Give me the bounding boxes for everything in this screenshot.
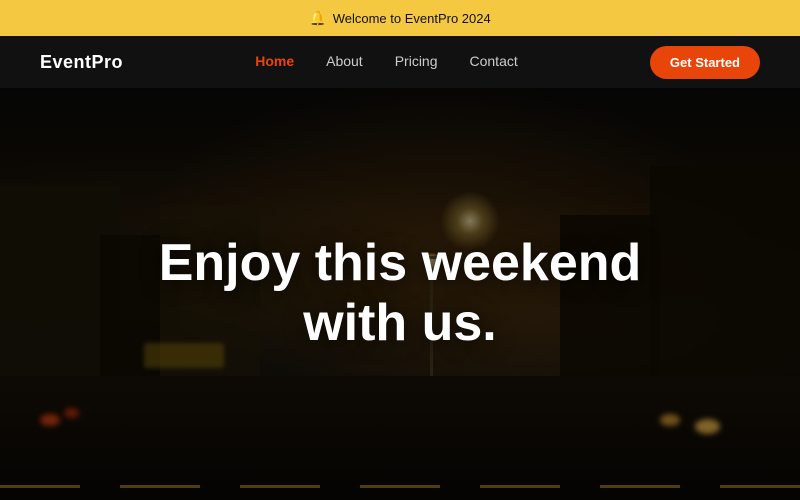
nav-logo: EventPro [40, 52, 123, 73]
navbar: EventPro Home About Pricing Contact Get … [0, 36, 800, 88]
nav-link-pricing[interactable]: Pricing [395, 53, 438, 69]
nav-item-about[interactable]: About [326, 53, 363, 71]
nav-link-contact[interactable]: Contact [470, 53, 518, 69]
hero-content: Enjoy this weekend with us. [0, 88, 800, 500]
announcement-text: Welcome to EventPro 2024 [333, 11, 491, 26]
nav-item-contact[interactable]: Contact [470, 53, 518, 71]
nav-link-home[interactable]: Home [255, 53, 294, 69]
hero-heading-line1: Enjoy this weekend [159, 234, 642, 292]
announcement-bar: 🔔 Welcome to EventPro 2024 [0, 0, 800, 36]
hero-section: Enjoy this weekend with us. [0, 88, 800, 500]
hero-heading: Enjoy this weekend with us. [159, 234, 642, 354]
nav-links: Home About Pricing Contact [255, 53, 518, 71]
nav-link-about[interactable]: About [326, 53, 363, 69]
bell-icon: 🔔 [309, 10, 326, 27]
get-started-button[interactable]: Get Started [650, 46, 760, 79]
nav-item-pricing[interactable]: Pricing [395, 53, 438, 71]
hero-heading-line2: with us. [303, 294, 497, 352]
nav-item-home[interactable]: Home [255, 53, 294, 71]
